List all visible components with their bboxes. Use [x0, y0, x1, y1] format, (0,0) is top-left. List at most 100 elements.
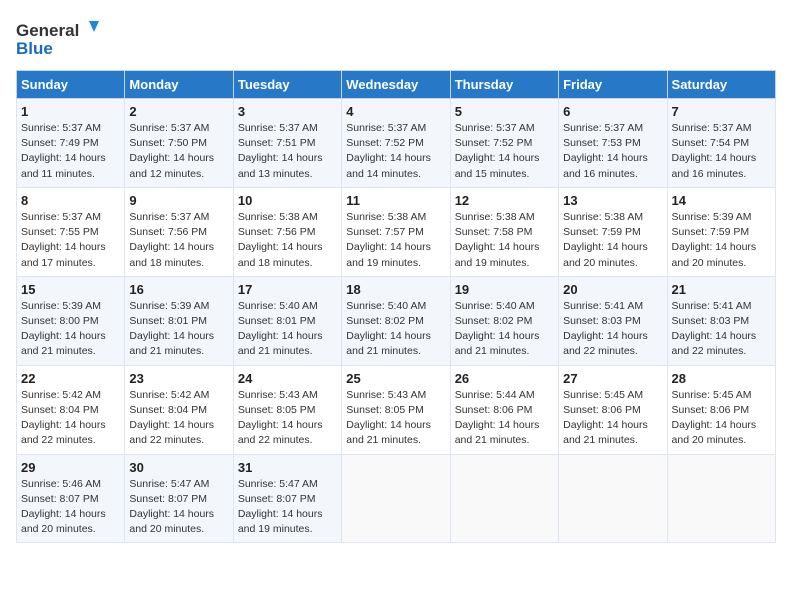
day-number: 2	[129, 104, 228, 119]
calendar-cell: 4 Sunrise: 5:37 AM Sunset: 7:52 PM Daylig…	[342, 99, 450, 188]
day-info: Sunrise: 5:42 AM Sunset: 8:04 PM Dayligh…	[21, 388, 120, 449]
calendar-cell: 28 Sunrise: 5:45 AM Sunset: 8:06 PM Dayli…	[667, 365, 775, 454]
calendar-cell: 14 Sunrise: 5:39 AM Sunset: 7:59 PM Dayli…	[667, 187, 775, 276]
day-info: Sunrise: 5:37 AM Sunset: 7:54 PM Dayligh…	[672, 121, 771, 182]
day-info: Sunrise: 5:38 AM Sunset: 7:59 PM Dayligh…	[563, 210, 662, 271]
calendar-cell: 29Sunrise: 5:46 AM Sunset: 8:07 PM Dayli…	[17, 454, 125, 543]
calendar-cell: 17 Sunrise: 5:40 AM Sunset: 8:01 PM Dayli…	[233, 276, 341, 365]
day-info: Sunrise: 5:44 AM Sunset: 8:06 PM Dayligh…	[455, 388, 554, 449]
day-number: 10	[238, 193, 337, 208]
calendar-cell: 5 Sunrise: 5:37 AM Sunset: 7:52 PM Daylig…	[450, 99, 558, 188]
day-info: Sunrise: 5:42 AM Sunset: 8:04 PM Dayligh…	[129, 388, 228, 449]
day-info: Sunrise: 5:40 AM Sunset: 8:01 PM Dayligh…	[238, 299, 337, 360]
day-info: Sunrise: 5:45 AM Sunset: 8:06 PM Dayligh…	[672, 388, 771, 449]
day-info: Sunrise: 5:41 AM Sunset: 8:03 PM Dayligh…	[563, 299, 662, 360]
weekday-header-wednesday: Wednesday	[342, 71, 450, 99]
day-number: 19	[455, 282, 554, 297]
svg-text:Blue: Blue	[16, 39, 53, 58]
calendar-week-1: 1Sunrise: 5:37 AM Sunset: 7:49 PM Daylig…	[17, 99, 776, 188]
calendar-cell: 26Sunrise: 5:44 AM Sunset: 8:06 PM Dayli…	[450, 365, 558, 454]
day-info: Sunrise: 5:37 AM Sunset: 7:50 PM Dayligh…	[129, 121, 228, 182]
calendar-cell: 9 Sunrise: 5:37 AM Sunset: 7:56 PM Daylig…	[125, 187, 233, 276]
day-number: 15	[21, 282, 120, 297]
day-number: 5	[455, 104, 554, 119]
day-info: Sunrise: 5:39 AM Sunset: 7:59 PM Dayligh…	[672, 210, 771, 271]
day-info: Sunrise: 5:39 AM Sunset: 8:00 PM Dayligh…	[21, 299, 120, 360]
day-number: 11	[346, 193, 445, 208]
logo-svg: General Blue	[16, 16, 106, 60]
weekday-header-thursday: Thursday	[450, 71, 558, 99]
calendar-cell: 12 Sunrise: 5:38 AM Sunset: 7:58 PM Dayli…	[450, 187, 558, 276]
day-info: Sunrise: 5:37 AM Sunset: 7:52 PM Dayligh…	[455, 121, 554, 182]
weekday-header-friday: Friday	[559, 71, 667, 99]
calendar-cell: 30 Sunrise: 5:47 AM Sunset: 8:07 PM Dayli…	[125, 454, 233, 543]
day-number: 7	[672, 104, 771, 119]
calendar-table: SundayMondayTuesdayWednesdayThursdayFrid…	[16, 70, 776, 543]
day-number: 22	[21, 371, 120, 386]
day-number: 20	[563, 282, 662, 297]
day-info: Sunrise: 5:47 AM Sunset: 8:07 PM Dayligh…	[129, 477, 228, 538]
day-info: Sunrise: 5:41 AM Sunset: 8:03 PM Dayligh…	[672, 299, 771, 360]
day-info: Sunrise: 5:37 AM Sunset: 7:55 PM Dayligh…	[21, 210, 120, 271]
day-number: 31	[238, 460, 337, 475]
calendar-cell: 8 Sunrise: 5:37 AM Sunset: 7:55 PM Daylig…	[17, 187, 125, 276]
day-info: Sunrise: 5:40 AM Sunset: 8:02 PM Dayligh…	[346, 299, 445, 360]
day-info: Sunrise: 5:38 AM Sunset: 7:57 PM Dayligh…	[346, 210, 445, 271]
day-number: 9	[129, 193, 228, 208]
calendar-week-3: 15 Sunrise: 5:39 AM Sunset: 8:00 PM Dayli…	[17, 276, 776, 365]
day-number: 28	[672, 371, 771, 386]
day-number: 8	[21, 193, 120, 208]
calendar-cell: 20 Sunrise: 5:41 AM Sunset: 8:03 PM Dayli…	[559, 276, 667, 365]
calendar-cell: 3Sunrise: 5:37 AM Sunset: 7:51 PM Daylig…	[233, 99, 341, 188]
calendar-week-4: 22 Sunrise: 5:42 AM Sunset: 8:04 PM Dayli…	[17, 365, 776, 454]
day-info: Sunrise: 5:38 AM Sunset: 7:56 PM Dayligh…	[238, 210, 337, 271]
weekday-header-tuesday: Tuesday	[233, 71, 341, 99]
day-info: Sunrise: 5:38 AM Sunset: 7:58 PM Dayligh…	[455, 210, 554, 271]
day-number: 24	[238, 371, 337, 386]
day-number: 18	[346, 282, 445, 297]
day-number: 14	[672, 193, 771, 208]
calendar-cell: 25Sunrise: 5:43 AM Sunset: 8:05 PM Dayli…	[342, 365, 450, 454]
weekday-header-saturday: Saturday	[667, 71, 775, 99]
logo: General Blue	[16, 16, 106, 60]
day-number: 23	[129, 371, 228, 386]
calendar-cell: 27 Sunrise: 5:45 AM Sunset: 8:06 PM Dayli…	[559, 365, 667, 454]
day-info: Sunrise: 5:37 AM Sunset: 7:56 PM Dayligh…	[129, 210, 228, 271]
calendar-cell: 18 Sunrise: 5:40 AM Sunset: 8:02 PM Dayli…	[342, 276, 450, 365]
calendar-cell: 31 Sunrise: 5:47 AM Sunset: 8:07 PM Dayli…	[233, 454, 341, 543]
day-info: Sunrise: 5:45 AM Sunset: 8:06 PM Dayligh…	[563, 388, 662, 449]
calendar-cell	[450, 454, 558, 543]
calendar-cell: 23 Sunrise: 5:42 AM Sunset: 8:04 PM Dayli…	[125, 365, 233, 454]
day-number: 25	[346, 371, 445, 386]
page-header: General Blue	[16, 16, 776, 60]
day-number: 3	[238, 104, 337, 119]
calendar-cell: 15 Sunrise: 5:39 AM Sunset: 8:00 PM Dayli…	[17, 276, 125, 365]
calendar-cell: 16Sunrise: 5:39 AM Sunset: 8:01 PM Dayli…	[125, 276, 233, 365]
day-number: 1	[21, 104, 120, 119]
calendar-cell: 6 Sunrise: 5:37 AM Sunset: 7:53 PM Daylig…	[559, 99, 667, 188]
calendar-cell	[667, 454, 775, 543]
day-info: Sunrise: 5:43 AM Sunset: 8:05 PM Dayligh…	[238, 388, 337, 449]
calendar-cell: 13Sunrise: 5:38 AM Sunset: 7:59 PM Dayli…	[559, 187, 667, 276]
weekday-header-sunday: Sunday	[17, 71, 125, 99]
calendar-week-5: 29Sunrise: 5:46 AM Sunset: 8:07 PM Dayli…	[17, 454, 776, 543]
day-number: 4	[346, 104, 445, 119]
day-number: 12	[455, 193, 554, 208]
day-info: Sunrise: 5:37 AM Sunset: 7:53 PM Dayligh…	[563, 121, 662, 182]
day-info: Sunrise: 5:37 AM Sunset: 7:52 PM Dayligh…	[346, 121, 445, 182]
calendar-cell: 1Sunrise: 5:37 AM Sunset: 7:49 PM Daylig…	[17, 99, 125, 188]
calendar-week-2: 8 Sunrise: 5:37 AM Sunset: 7:55 PM Daylig…	[17, 187, 776, 276]
day-info: Sunrise: 5:40 AM Sunset: 8:02 PM Dayligh…	[455, 299, 554, 360]
day-number: 6	[563, 104, 662, 119]
calendar-cell	[342, 454, 450, 543]
day-info: Sunrise: 5:47 AM Sunset: 8:07 PM Dayligh…	[238, 477, 337, 538]
weekday-header-monday: Monday	[125, 71, 233, 99]
calendar-cell: 24 Sunrise: 5:43 AM Sunset: 8:05 PM Dayli…	[233, 365, 341, 454]
day-info: Sunrise: 5:39 AM Sunset: 8:01 PM Dayligh…	[129, 299, 228, 360]
day-number: 17	[238, 282, 337, 297]
day-number: 27	[563, 371, 662, 386]
weekday-header-row: SundayMondayTuesdayWednesdayThursdayFrid…	[17, 71, 776, 99]
calendar-cell	[559, 454, 667, 543]
day-number: 30	[129, 460, 228, 475]
calendar-cell: 2 Sunrise: 5:37 AM Sunset: 7:50 PM Daylig…	[125, 99, 233, 188]
